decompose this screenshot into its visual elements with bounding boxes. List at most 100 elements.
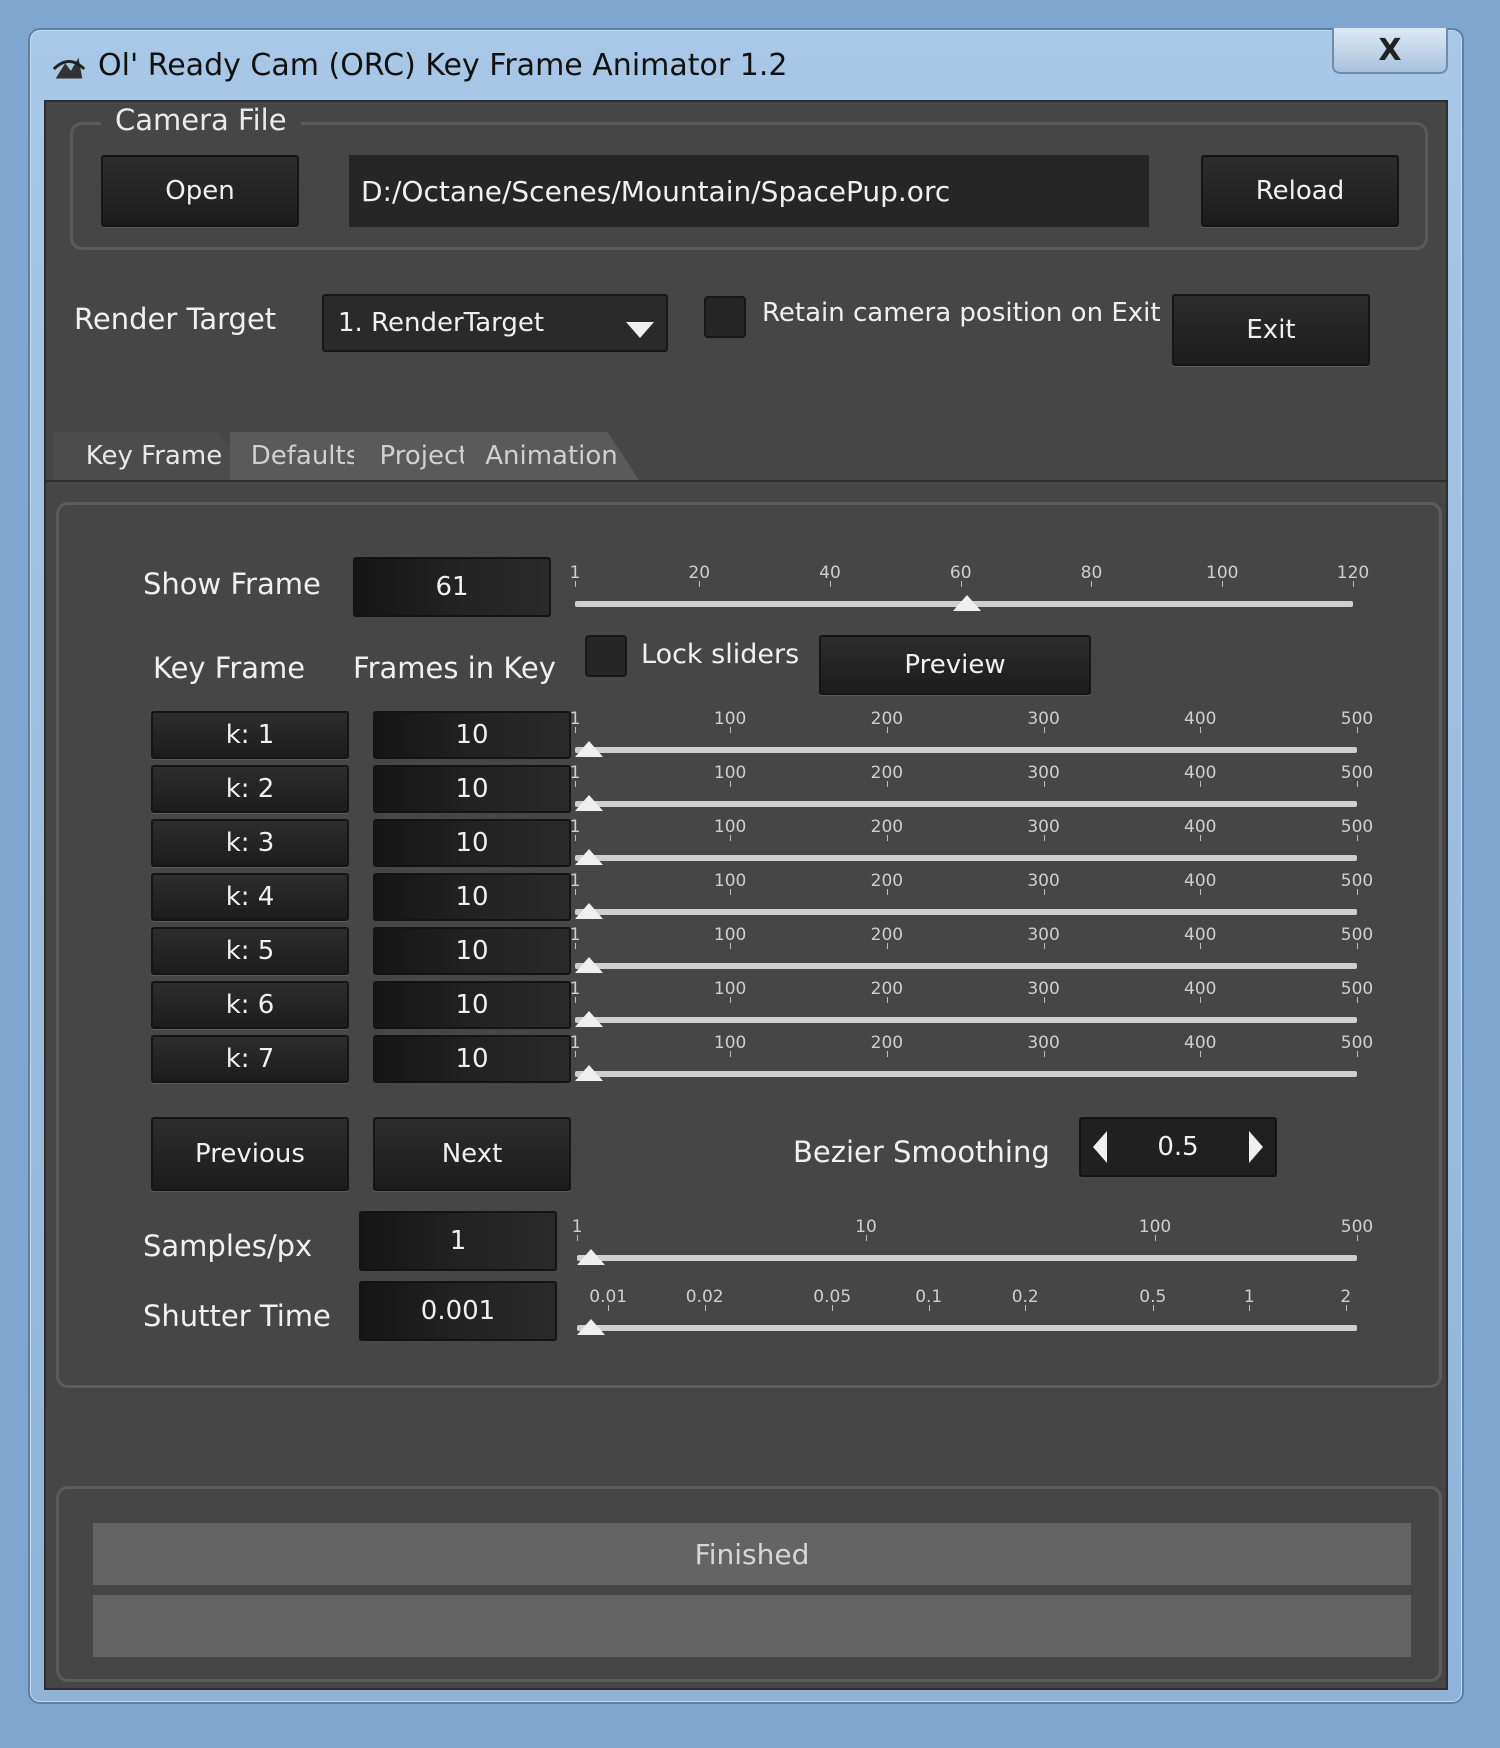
slider-track[interactable] — [575, 909, 1357, 915]
slider-tick — [577, 1235, 578, 1241]
slider-track[interactable] — [575, 801, 1357, 807]
show-frame-slider[interactable]: 1 20 40 60 80 100 120 — [570, 563, 1369, 611]
slider-tick — [1025, 1305, 1027, 1311]
slider-tick — [575, 581, 576, 587]
key-frame-panel: Show Frame 61 1 20 40 60 80 100 120 Key Frame … — [56, 502, 1442, 1388]
retain-camera-label: Retain camera position on Exit — [762, 298, 1161, 328]
key-frame-slider[interactable]: 1 100 200 300 400 500 — [570, 709, 1373, 757]
slider-thumb[interactable] — [575, 741, 604, 757]
key-frame-slider[interactable]: 1 100 200 300 400 500 — [570, 817, 1373, 865]
camera-file-path-field[interactable]: D:/Octane/Scenes/Mountain/SpacePup.orc — [349, 155, 1149, 227]
lock-sliders-checkbox[interactable] — [585, 635, 627, 677]
slider-thumb[interactable] — [575, 903, 604, 919]
show-frame-input[interactable]: 61 — [353, 557, 551, 617]
frames-in-key-input[interactable]: 10 — [373, 927, 571, 975]
key-frame-button[interactable]: k: 5 — [151, 927, 349, 975]
slider-thumb[interactable] — [953, 595, 982, 611]
slider-track[interactable] — [575, 1017, 1357, 1023]
retain-camera-checkbox[interactable] — [704, 296, 746, 338]
slider-tick — [1200, 835, 1202, 841]
key-frame-button[interactable]: k: 1 — [151, 711, 349, 759]
slider-track[interactable] — [577, 1325, 1357, 1331]
bezier-smoothing-spinner[interactable]: 0.5 — [1079, 1117, 1277, 1177]
slider-tick-label: 400 — [1184, 763, 1217, 783]
title-bar[interactable]: Ol' Ready Cam (ORC) Key Frame Animator 1… — [30, 28, 1462, 100]
slider-track[interactable] — [575, 747, 1357, 753]
slider-tick-label: 1 — [569, 563, 581, 583]
slider-tick — [575, 889, 576, 895]
preview-button[interactable]: Preview — [819, 635, 1091, 695]
previous-button[interactable]: Previous — [151, 1117, 349, 1191]
progress-bar — [93, 1595, 1411, 1657]
slider-tick-label: 200 — [870, 979, 904, 999]
bezier-smoothing-value: 0.5 — [1157, 1132, 1199, 1162]
slider-tick-label: 500 — [1340, 871, 1374, 891]
slider-track[interactable] — [575, 855, 1357, 861]
frames-in-key-input[interactable]: 10 — [373, 1035, 571, 1083]
tab-key-frame[interactable]: Key Frame — [54, 432, 254, 480]
slider-tick — [1154, 1235, 1156, 1241]
tab-animation[interactable]: Animation — [464, 432, 639, 480]
slider-thumb[interactable] — [575, 1011, 604, 1027]
samples-per-px-input[interactable]: 1 — [359, 1211, 557, 1271]
slider-tick-label: 500 — [1340, 763, 1374, 783]
slider-thumb[interactable] — [575, 795, 604, 811]
slider-tick-label: 400 — [1184, 925, 1217, 945]
reload-button[interactable]: Reload — [1201, 155, 1399, 227]
camera-file-title: Camera File — [101, 103, 301, 137]
slider-tick-label: 100 — [713, 925, 747, 945]
key-frame-button[interactable]: k: 7 — [151, 1035, 349, 1083]
slider-tick-label: 200 — [870, 1033, 904, 1053]
frames-in-key-input[interactable]: 10 — [373, 711, 571, 759]
frames-in-key-input[interactable]: 10 — [373, 765, 571, 813]
frames-in-key-input[interactable]: 10 — [373, 873, 571, 921]
exit-button[interactable]: Exit — [1172, 294, 1370, 366]
slider-tick — [886, 835, 888, 841]
next-button[interactable]: Next — [373, 1117, 571, 1191]
slider-tick-label: 2 — [1340, 1287, 1352, 1307]
key-frame-slider[interactable]: 1 100 200 300 400 500 — [570, 925, 1373, 973]
key-frame-button[interactable]: k: 4 — [151, 873, 349, 921]
slider-track[interactable] — [575, 963, 1357, 969]
slider-tick — [730, 943, 732, 949]
client-area: Camera File Open D:/Octane/Scenes/Mounta… — [44, 100, 1448, 1690]
samples-slider[interactable]: 1 10 100 500 — [572, 1217, 1373, 1265]
slider-thumb[interactable] — [577, 1319, 605, 1335]
shutter-time-input[interactable]: 0.001 — [359, 1281, 557, 1341]
slider-tick — [730, 889, 732, 895]
slider-thumb[interactable] — [575, 1065, 604, 1081]
slider-track[interactable] — [575, 1071, 1357, 1077]
key-frame-slider[interactable]: 1 100 200 300 400 500 — [570, 763, 1373, 811]
key-frame-slider[interactable]: 1 100 200 300 400 500 — [570, 979, 1373, 1027]
slider-tick — [1353, 581, 1354, 587]
render-target-select[interactable]: 1. RenderTarget — [322, 294, 668, 352]
key-frame-button[interactable]: k: 6 — [151, 981, 349, 1029]
slider-tick — [1043, 835, 1045, 841]
render-target-label: Render Target — [74, 302, 277, 336]
frames-in-key-input[interactable]: 10 — [373, 981, 571, 1029]
lock-sliders-label: Lock sliders — [641, 639, 800, 670]
slider-thumb[interactable] — [575, 957, 604, 973]
shutter-slider[interactable]: 0.01 0.02 0.05 0.1 0.2 0.5 1 2 — [577, 1287, 1357, 1335]
slider-thumb[interactable] — [577, 1249, 605, 1265]
slider-track[interactable] — [577, 1255, 1357, 1261]
slider-tick-label: 0.01 — [589, 1287, 628, 1307]
slider-tick-label: 400 — [1184, 709, 1217, 729]
slider-tick — [1345, 1305, 1347, 1311]
key-frame-button[interactable]: k: 2 — [151, 765, 349, 813]
window-title: Ol' Ready Cam (ORC) Key Frame Animator 1… — [98, 48, 788, 83]
slider-tick-label: 1 — [569, 709, 581, 729]
tab-bar: Key Frame Defaults Project Animation — [54, 432, 1444, 482]
slider-tick — [865, 1235, 867, 1241]
slider-tick-label: 1 — [569, 925, 581, 945]
key-frame-slider[interactable]: 1 100 200 300 400 500 — [570, 1033, 1373, 1081]
slider-thumb[interactable] — [575, 849, 604, 865]
key-frame-slider[interactable]: 1 100 200 300 400 500 — [570, 871, 1373, 919]
open-button[interactable]: Open — [101, 155, 299, 227]
slider-tick — [704, 1305, 706, 1311]
arrow-right-icon[interactable] — [1249, 1131, 1263, 1163]
close-button[interactable]: X — [1332, 28, 1448, 74]
key-frame-button[interactable]: k: 3 — [151, 819, 349, 867]
render-target-value: 1. RenderTarget — [338, 308, 545, 338]
frames-in-key-input[interactable]: 10 — [373, 819, 571, 867]
